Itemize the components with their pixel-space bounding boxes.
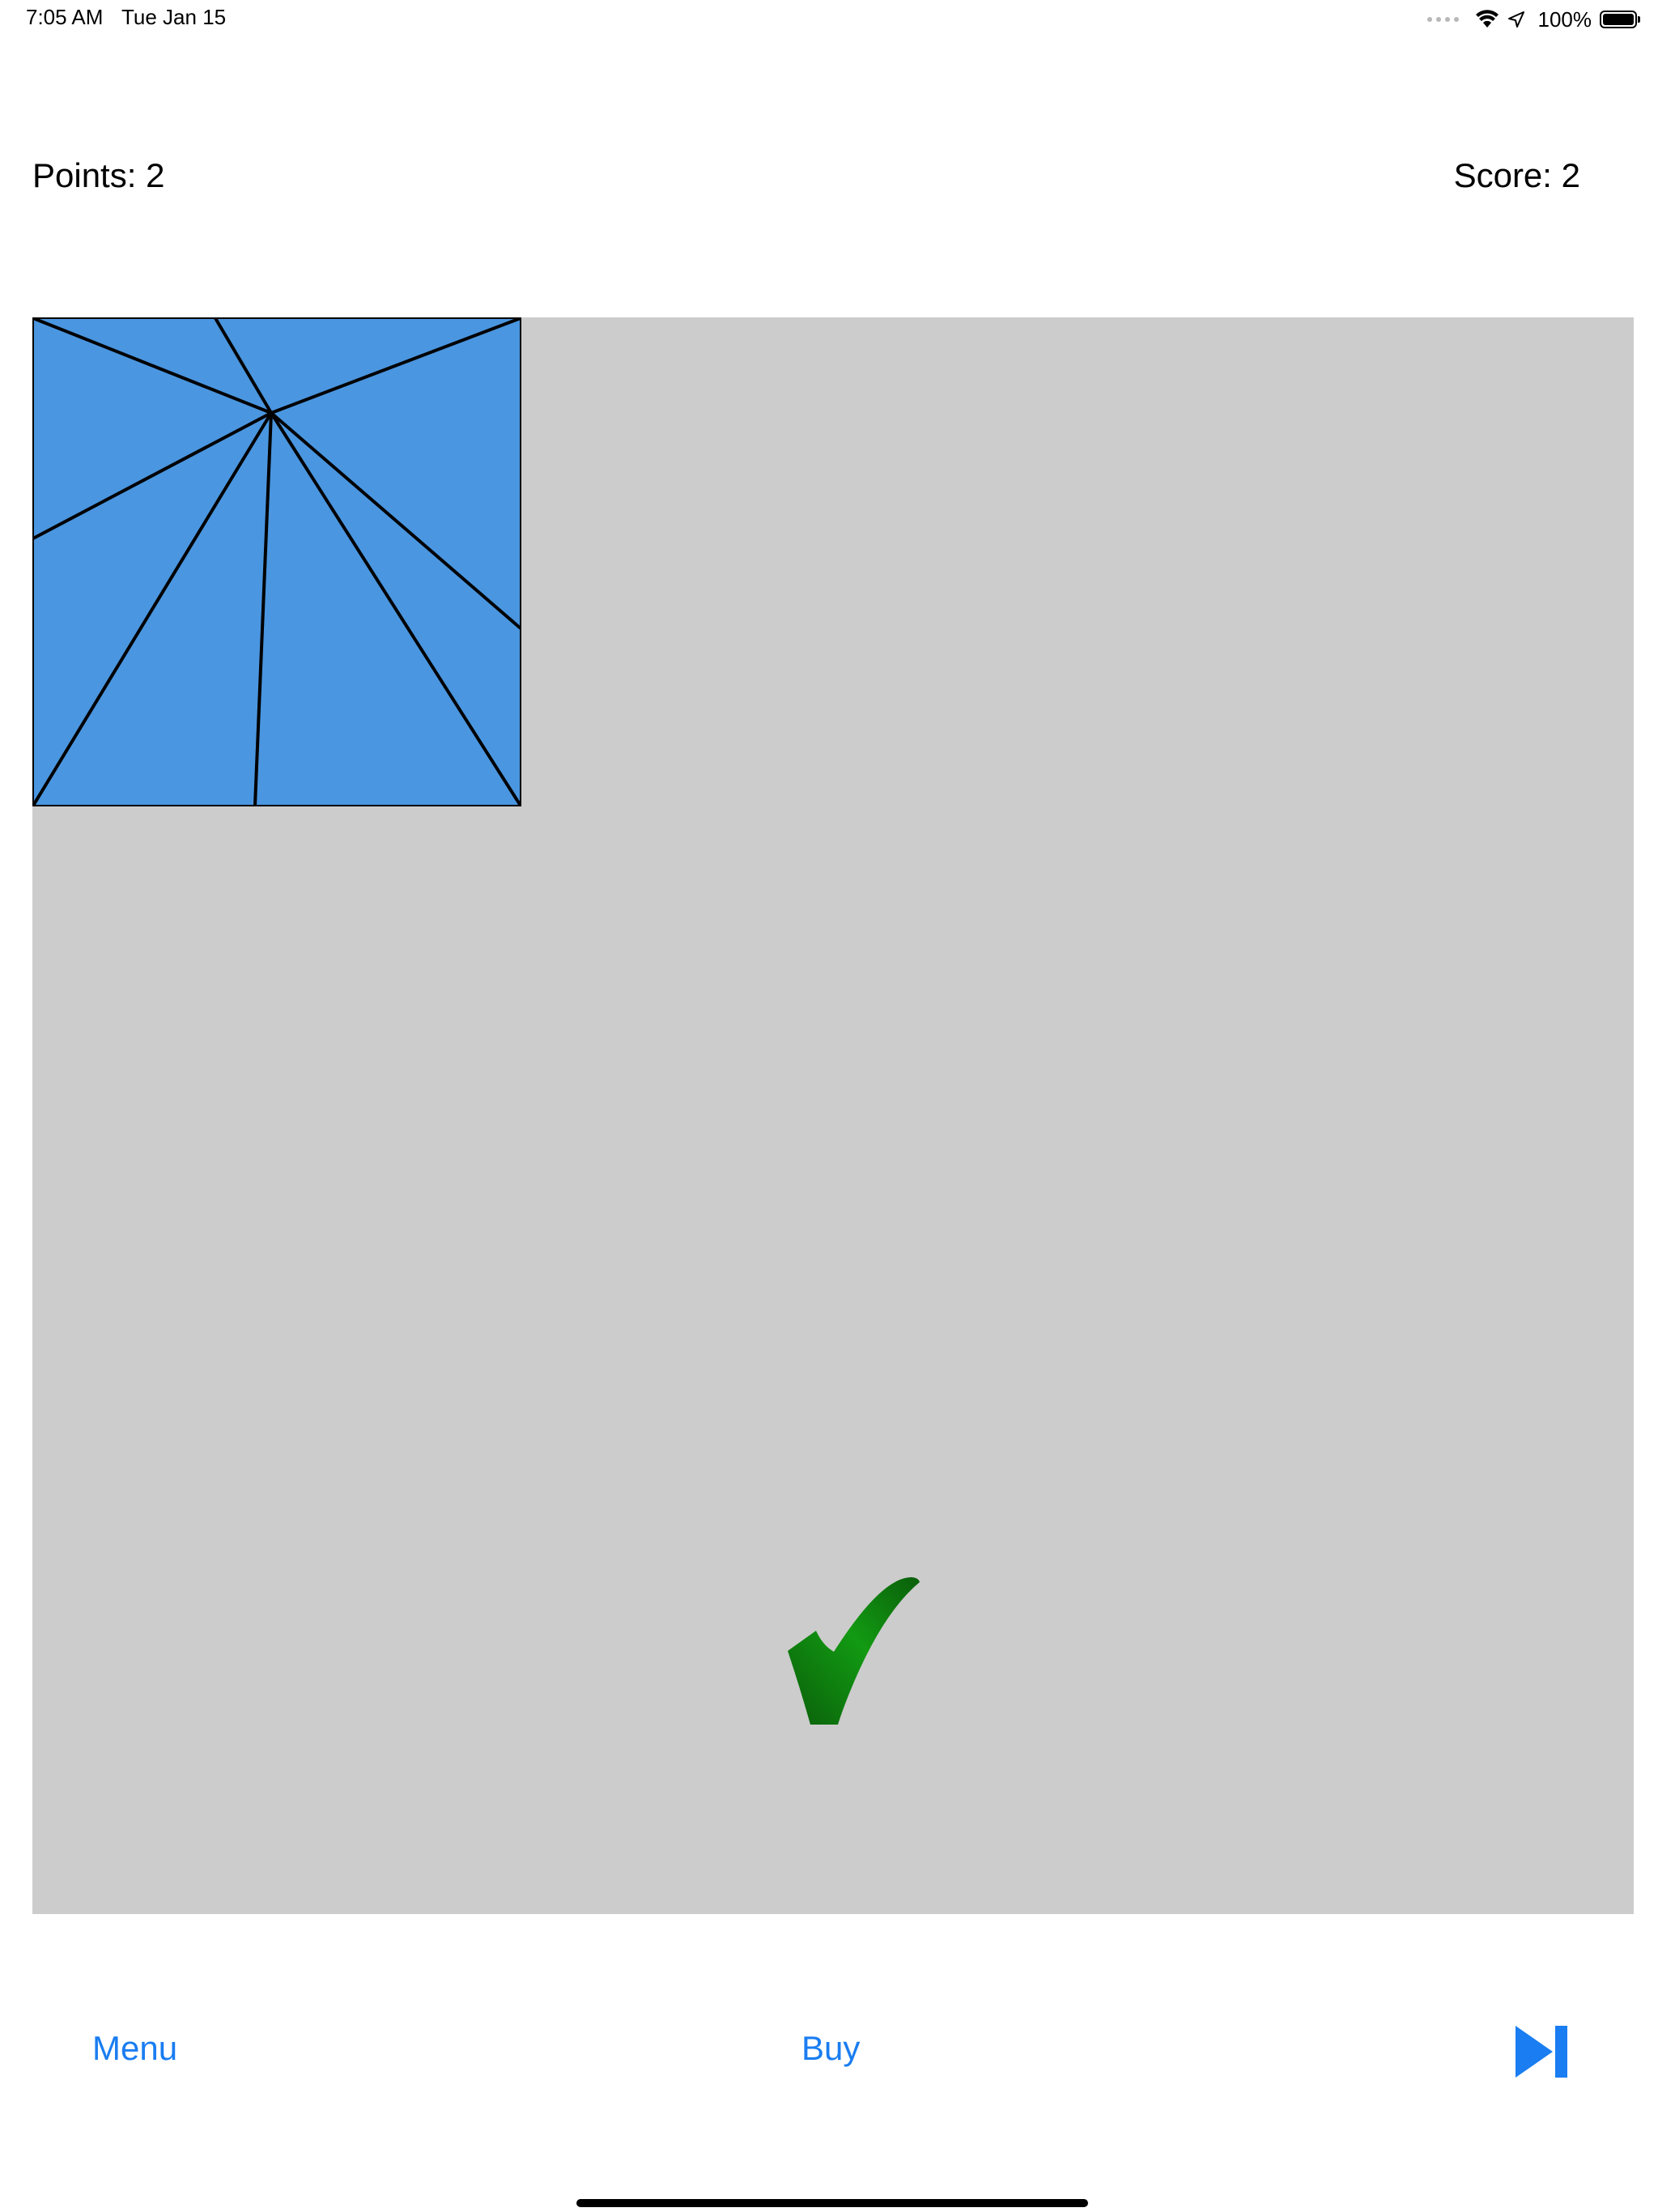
location-arrow-icon	[1507, 11, 1524, 28]
game-board[interactable]	[32, 317, 1634, 1914]
battery-icon	[1600, 11, 1640, 28]
home-indicator[interactable]	[576, 2199, 1088, 2207]
wifi-icon	[1475, 10, 1499, 28]
status-bar: 7:05 AM Tue Jan 15 100%	[0, 0, 1658, 39]
buy-button[interactable]: Buy	[801, 2029, 860, 2068]
checkmark-icon	[788, 1577, 920, 1725]
battery-percent: 100%	[1537, 6, 1592, 32]
points-label: Points: 2	[32, 156, 165, 194]
puzzle-square-fill	[32, 317, 521, 806]
status-indicators: 100%	[1426, 6, 1640, 32]
puzzle-square[interactable]	[32, 317, 521, 806]
status-time: 7:05 AM	[26, 5, 104, 29]
menu-button[interactable]: Menu	[92, 2029, 177, 2068]
cellular-dots-icon	[1426, 17, 1459, 22]
status-date: Tue Jan 15	[121, 5, 227, 29]
score-label: Score: 2	[1453, 156, 1580, 194]
skip-forward-icon[interactable]	[1516, 2026, 1567, 2078]
